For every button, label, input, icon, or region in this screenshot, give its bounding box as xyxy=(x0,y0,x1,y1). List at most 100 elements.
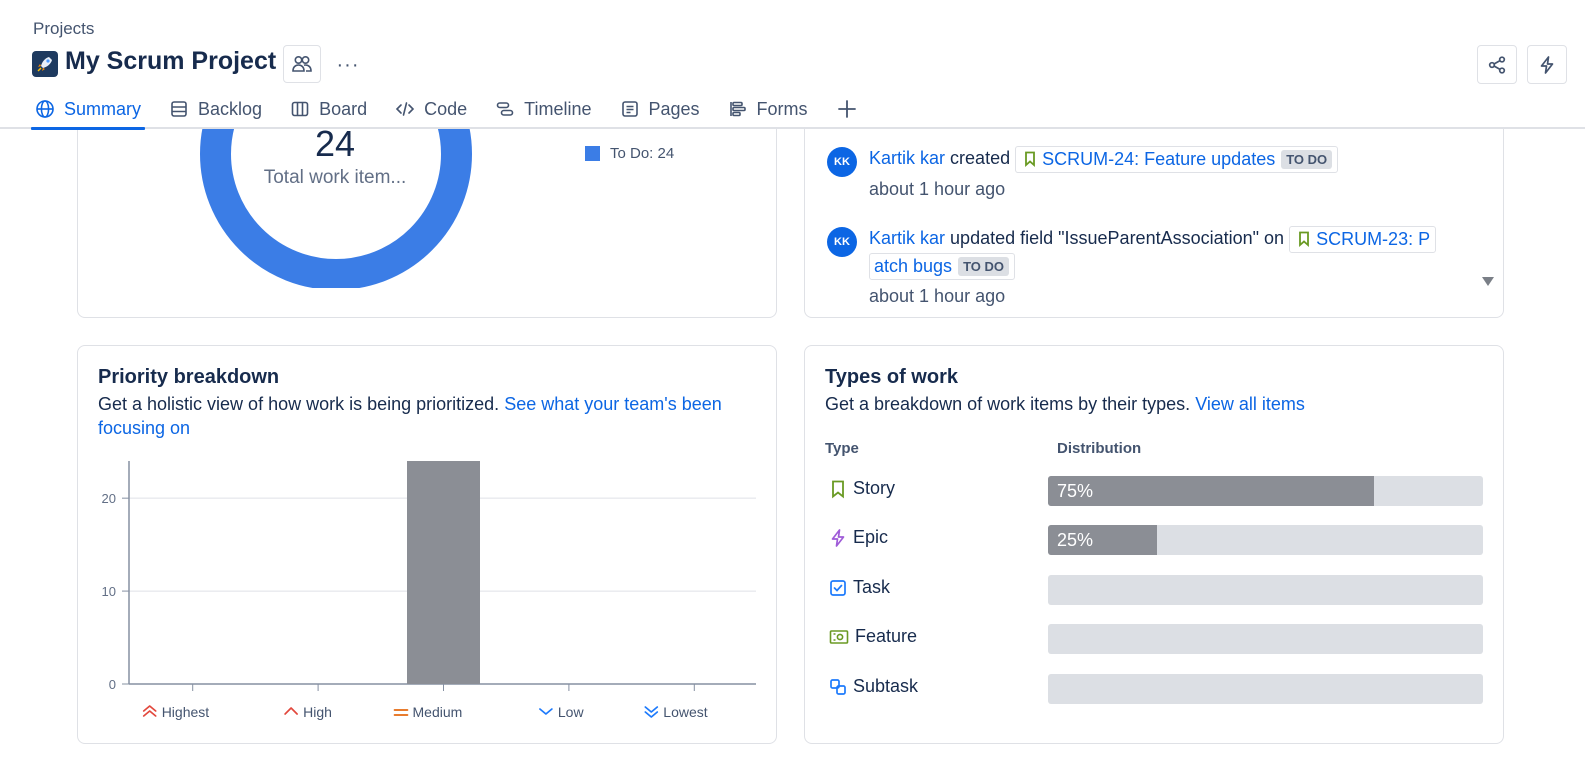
activity-action: updated field "IssueParentAssociation" o… xyxy=(950,228,1285,248)
timeline-icon xyxy=(496,102,514,116)
issue-link[interactable]: atch bugs xyxy=(874,253,952,280)
column-header-distribution: Distribution xyxy=(1057,440,1142,457)
card-description: Get a holistic view of how work is being… xyxy=(98,392,758,440)
type-row-subtask[interactable]: Subtask xyxy=(825,674,1485,704)
column-header-type: Type xyxy=(825,440,859,457)
avatar: KK xyxy=(827,147,857,177)
medium-priority-icon xyxy=(393,709,409,716)
distribution-bar[interactable] xyxy=(1048,624,1483,654)
highest-priority-icon xyxy=(142,705,157,717)
globe-icon xyxy=(36,100,54,118)
issue-chip[interactable]: SCRUM-23: P xyxy=(1289,225,1437,253)
scroll-down-arrow[interactable] xyxy=(1482,277,1494,286)
tab-label: Forms xyxy=(756,98,808,119)
tab-label: Backlog xyxy=(198,98,263,119)
type-name: Task xyxy=(829,577,890,598)
distribution-bar[interactable] xyxy=(1048,674,1483,704)
activity-time: about 1 hour ago xyxy=(869,285,1006,306)
legend-label: To Do: 24 xyxy=(610,145,675,162)
view-all-items-link[interactable]: View all items xyxy=(1195,394,1305,414)
breadcrumb[interactable]: Projects xyxy=(33,19,94,39)
status-badge: TO DO xyxy=(1281,149,1333,169)
rocket-icon xyxy=(32,51,58,77)
tab-label: Summary xyxy=(64,98,142,119)
bar-medium[interactable] xyxy=(407,461,480,684)
pages-icon xyxy=(621,101,638,117)
y-tick-label: 20 xyxy=(102,491,116,506)
x-tick-label: Highest xyxy=(162,704,210,720)
plus-icon xyxy=(837,100,856,118)
issue-chip-continued[interactable]: atch bugs TO DO xyxy=(869,252,1015,280)
activity-item: Kartik kar created SCRUM-24: Feature upd… xyxy=(869,145,1503,203)
type-name: Story xyxy=(829,478,895,499)
tab-label: Pages xyxy=(648,98,700,119)
distribution-bar[interactable]: 25% xyxy=(1048,525,1483,555)
project-tabs: Summary Backlog Board Code Timeline Page… xyxy=(31,92,862,130)
user-link[interactable]: Kartik kar xyxy=(869,148,945,168)
page-title: My Scrum Project xyxy=(65,47,277,75)
type-name: Subtask xyxy=(829,676,918,697)
tab-pages[interactable]: Pages xyxy=(616,92,704,126)
story-icon xyxy=(1299,231,1309,248)
user-link[interactable]: Kartik kar xyxy=(869,228,945,248)
distribution-bar[interactable]: 75% xyxy=(1048,476,1483,506)
issue-link[interactable]: SCRUM-24: Feature updates xyxy=(1042,146,1275,173)
total-label: Total work item... xyxy=(263,167,407,188)
add-tab-button[interactable] xyxy=(832,92,862,126)
y-tick-label: 0 xyxy=(109,677,116,692)
avatar: KK xyxy=(827,227,857,257)
tab-summary[interactable]: Summary xyxy=(31,92,146,130)
automation-button[interactable] xyxy=(1527,45,1567,84)
card-title: Types of work xyxy=(825,366,958,388)
type-name: Epic xyxy=(829,527,888,548)
people-button[interactable] xyxy=(283,45,321,83)
code-icon xyxy=(395,102,415,116)
total-count: 24 xyxy=(314,123,356,164)
types-of-work-card: Types of work Get a breakdown of work it… xyxy=(804,345,1504,744)
x-tick-label: Low xyxy=(558,704,585,720)
tab-timeline[interactable]: Timeline xyxy=(491,92,595,126)
tab-label: Timeline xyxy=(524,98,592,119)
high-priority-icon xyxy=(284,707,298,715)
more-actions-button[interactable]: ··· xyxy=(333,50,363,80)
type-name: Feature xyxy=(829,626,917,647)
low-priority-icon xyxy=(539,708,553,715)
activity-item: Kartik kar updated field "IssueParentAss… xyxy=(869,225,1503,310)
donut-legend: To Do: 24 xyxy=(585,145,674,162)
tab-backlog[interactable]: Backlog xyxy=(165,92,266,126)
task-icon xyxy=(830,579,846,596)
issue-link[interactable]: SCRUM-23: P xyxy=(1316,226,1430,253)
subtask-icon xyxy=(830,678,846,695)
type-row-feature[interactable]: Feature xyxy=(825,624,1485,654)
tab-code[interactable]: Code xyxy=(391,92,471,126)
tab-board[interactable]: Board xyxy=(286,92,371,126)
type-label: Feature xyxy=(855,626,918,646)
board-icon xyxy=(291,101,309,117)
lowest-priority-icon xyxy=(644,706,659,718)
status-badge: TO DO xyxy=(958,256,1009,276)
share-icon xyxy=(1488,55,1506,74)
story-icon xyxy=(832,480,844,498)
type-label: Story xyxy=(853,478,896,498)
issue-chip[interactable]: SCRUM-24: Feature updates TO DO xyxy=(1015,145,1339,173)
type-label: Task xyxy=(853,577,891,597)
tab-forms[interactable]: Forms xyxy=(724,92,812,126)
activity-time: about 1 hour ago xyxy=(869,178,1006,199)
lightning-icon xyxy=(1540,55,1554,74)
x-tick-label: High xyxy=(303,704,332,720)
card-description: Get a breakdown of work items by their t… xyxy=(825,392,1485,416)
description-text: Get a holistic view of how work is being… xyxy=(98,394,500,414)
project-header: Projects My Scrum Project ··· Summary Ba… xyxy=(0,0,1585,130)
type-label: Subtask xyxy=(853,676,919,696)
feature-icon xyxy=(829,629,849,644)
distribution-bar[interactable] xyxy=(1048,575,1483,605)
activity-action: created xyxy=(950,148,1011,168)
share-button[interactable] xyxy=(1477,45,1517,84)
legend-swatch xyxy=(585,146,600,161)
type-row-story[interactable]: Story 75% xyxy=(825,476,1485,506)
description-text: Get a breakdown of work items by their t… xyxy=(825,394,1191,414)
type-row-task[interactable]: Task xyxy=(825,575,1485,605)
tab-label: Code xyxy=(424,98,468,119)
distribution-fill: 75% xyxy=(1048,476,1375,506)
type-row-epic[interactable]: Epic 25% xyxy=(825,525,1485,555)
